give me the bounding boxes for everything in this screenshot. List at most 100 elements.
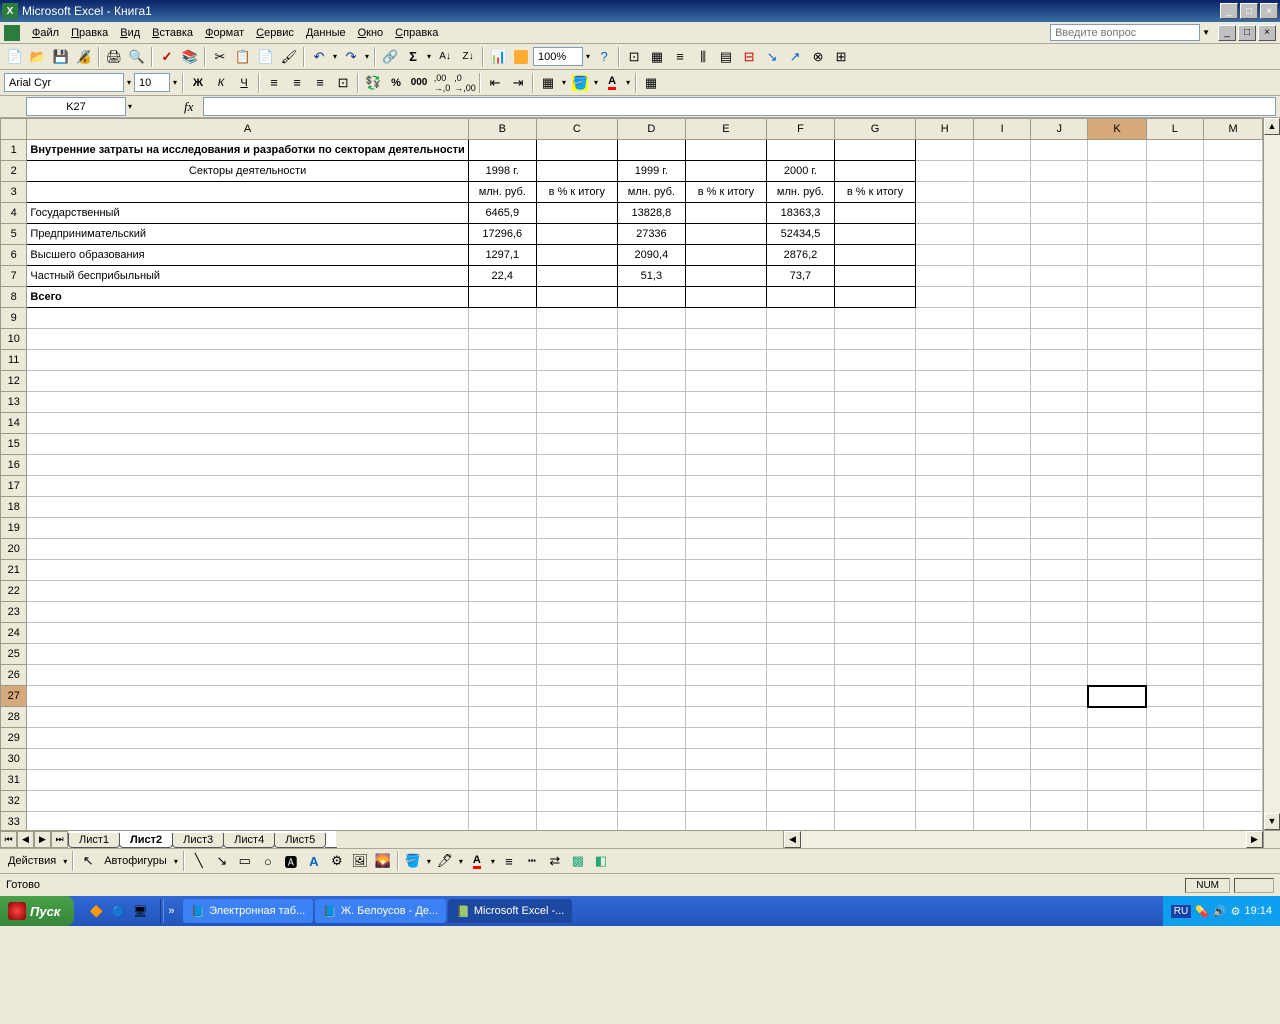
increase-indent-button[interactable]: ⇥ [507,72,529,94]
cell-B1[interactable] [468,140,536,161]
cell-M4[interactable] [1204,203,1263,224]
cell-D14[interactable] [617,413,685,434]
cell-J4[interactable] [1031,203,1088,224]
cell-D30[interactable] [617,749,685,770]
cell-M12[interactable] [1204,371,1263,392]
cell-I3[interactable] [974,182,1031,203]
cell-H20[interactable] [916,539,974,560]
line-color-button[interactable]: 🖊 [434,850,456,872]
cell-I22[interactable] [974,581,1031,602]
cell-I18[interactable] [974,497,1031,518]
columns-button[interactable]: ⫼ [692,46,714,68]
new-button[interactable]: 📄 [4,46,26,68]
cell-H19[interactable] [916,518,974,539]
cell-L22[interactable] [1146,581,1204,602]
cell-K3[interactable] [1088,182,1146,203]
cell-C11[interactable] [536,350,617,371]
row-header-16[interactable]: 16 [1,455,27,476]
name-box[interactable] [26,97,126,116]
cell-E13[interactable] [685,392,766,413]
col-header-E[interactable]: E [685,119,766,140]
row-header-8[interactable]: 8 [1,287,27,308]
cell-L12[interactable] [1146,371,1204,392]
cell-G14[interactable] [835,413,916,434]
cell-F13[interactable] [766,392,834,413]
col-header-K[interactable]: K [1088,119,1146,140]
permission-button[interactable]: 🔏 [73,46,95,68]
autosum-button[interactable]: Σ [402,46,424,68]
cell-B24[interactable] [468,623,536,644]
cell-D32[interactable] [617,791,685,812]
cell-B28[interactable] [468,707,536,728]
cell-F15[interactable] [766,434,834,455]
cell-I13[interactable] [974,392,1031,413]
cell-F24[interactable] [766,623,834,644]
cell-H7[interactable] [916,266,974,287]
tab-prev-button[interactable]: ◀ [17,831,34,848]
cell-H2[interactable] [916,161,974,182]
cell-A14[interactable] [27,413,468,434]
cell-I25[interactable] [974,644,1031,665]
italic-button[interactable]: К [210,72,232,94]
cell-A7[interactable]: Частный бесприбыльный [27,266,468,287]
cell-K16[interactable] [1088,455,1146,476]
fontcolor-dd-icon[interactable]: ▾ [624,78,632,87]
arrow-button[interactable]: ↘ [211,850,233,872]
cell-J18[interactable] [1031,497,1088,518]
cell-C4[interactable] [536,203,617,224]
cell-C33[interactable] [536,812,617,831]
cell-K1[interactable] [1088,140,1146,161]
cell-M25[interactable] [1204,644,1263,665]
cell-M27[interactable] [1204,686,1263,707]
cell-A27[interactable] [27,686,468,707]
cell-G20[interactable] [835,539,916,560]
row-header-31[interactable]: 31 [1,770,27,791]
cell-F12[interactable] [766,371,834,392]
cell-A19[interactable] [27,518,468,539]
cell-I10[interactable] [974,329,1031,350]
cell-K9[interactable] [1088,308,1146,329]
menu-Справка[interactable]: Справка [389,25,444,41]
cell-E18[interactable] [685,497,766,518]
cell-G1[interactable] [835,140,916,161]
cell-B32[interactable] [468,791,536,812]
cell-F27[interactable] [766,686,834,707]
cell-J10[interactable] [1031,329,1088,350]
cell-G24[interactable] [835,623,916,644]
doc-minimize-button[interactable]: _ [1218,25,1236,41]
cell-K2[interactable] [1088,161,1146,182]
cell-L23[interactable] [1146,602,1204,623]
cell-I32[interactable] [974,791,1031,812]
cell-I21[interactable] [974,560,1031,581]
cell-H8[interactable] [916,287,974,308]
cell-H11[interactable] [916,350,974,371]
row-header-17[interactable]: 17 [1,476,27,497]
zoom-dd-icon[interactable]: ▾ [584,52,592,61]
merge-button[interactable]: ⊡ [332,72,354,94]
cell-B25[interactable] [468,644,536,665]
doc-close-button[interactable]: × [1258,25,1276,41]
font-color-draw-button[interactable]: А [466,850,488,872]
cell-H12[interactable] [916,371,974,392]
wordart-button[interactable]: A [303,850,325,872]
cell-D12[interactable] [617,371,685,392]
cell-A17[interactable] [27,476,468,497]
textbox-button[interactable]: 🅰 [280,850,302,872]
delete-row-button[interactable]: ⊟ [738,46,760,68]
cell-G9[interactable] [835,308,916,329]
cell-B21[interactable] [468,560,536,581]
cell-L7[interactable] [1146,266,1204,287]
cell-G33[interactable] [835,812,916,831]
cell-K23[interactable] [1088,602,1146,623]
zoom-box[interactable] [533,47,583,66]
cell-A22[interactable] [27,581,468,602]
rectangle-button[interactable]: ▭ [234,850,256,872]
dash-style-button[interactable]: ┅ [521,850,543,872]
cell-M33[interactable] [1204,812,1263,831]
cell-M31[interactable] [1204,770,1263,791]
cell-M28[interactable] [1204,707,1263,728]
cell-L1[interactable] [1146,140,1204,161]
cell-I14[interactable] [974,413,1031,434]
cell-J21[interactable] [1031,560,1088,581]
redo-dd-icon[interactable]: ▾ [363,52,371,61]
